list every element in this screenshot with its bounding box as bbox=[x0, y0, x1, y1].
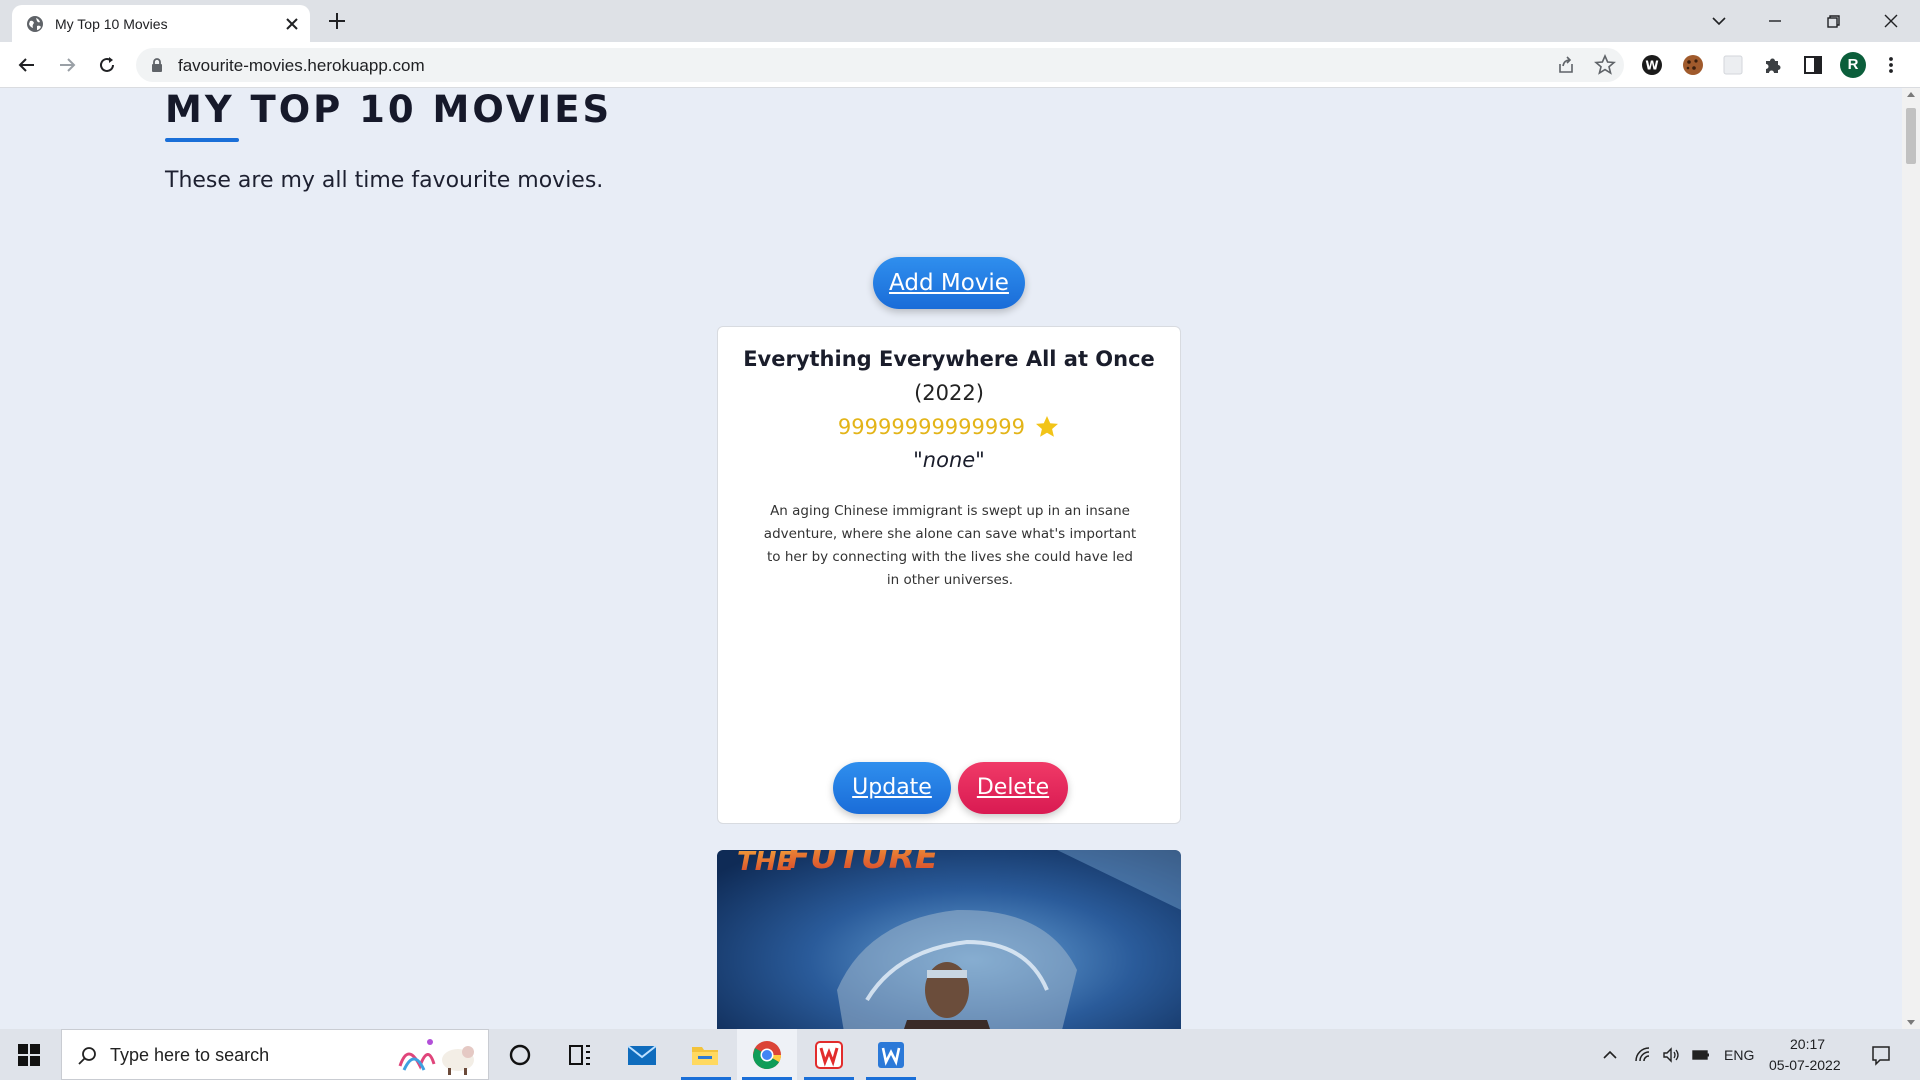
page-title: MY TOP 10 MOVIES bbox=[165, 88, 613, 131]
movie-description: An aging Chinese immigrant is swept up i… bbox=[763, 503, 1137, 588]
forward-arrow-icon[interactable] bbox=[55, 53, 79, 77]
back-arrow-icon[interactable] bbox=[15, 53, 39, 77]
update-button[interactable]: Update bbox=[833, 762, 951, 814]
windows-start-icon[interactable] bbox=[18, 1044, 40, 1066]
intro-text: These are my all time favourite movies. bbox=[165, 168, 604, 193]
file-explorer-icon[interactable] bbox=[689, 1039, 721, 1071]
add-movie-button[interactable]: Add Movie bbox=[873, 257, 1025, 309]
address-bar[interactable]: favourite-movies.herokuapp.com bbox=[136, 48, 1624, 82]
wps-office-icon[interactable] bbox=[813, 1039, 845, 1071]
notification-icon[interactable] bbox=[1870, 1044, 1892, 1066]
search-highlight-illustration-icon bbox=[398, 1039, 474, 1075]
close-window-icon[interactable] bbox=[1878, 8, 1904, 34]
blank-extension-icon[interactable] bbox=[1721, 53, 1745, 77]
movie-rating-row: 99999999999999 bbox=[718, 414, 1180, 440]
clock-date[interactable]: 05-07-2022 bbox=[1769, 1057, 1841, 1073]
scroll-thumb[interactable] bbox=[1906, 108, 1916, 164]
cookie-extension-icon[interactable] bbox=[1681, 53, 1705, 77]
tab-search-chevron-icon[interactable] bbox=[1706, 8, 1732, 34]
movie-card: Everything Everywhere All at Once (2022)… bbox=[717, 326, 1181, 824]
search-placeholder: Type here to search bbox=[110, 1045, 270, 1065]
more-menu-icon[interactable] bbox=[1884, 53, 1898, 77]
minimize-icon[interactable] bbox=[1762, 8, 1788, 34]
delete-button[interactable]: Delete bbox=[958, 762, 1068, 814]
movie-review: "none" bbox=[913, 448, 985, 472]
movie-year: (2022) bbox=[914, 381, 984, 405]
close-tab-icon[interactable] bbox=[282, 14, 302, 34]
tab-title: My Top 10 Movies bbox=[55, 16, 168, 32]
browser-toolbar: favourite-movies.herokuapp.com W R bbox=[0, 42, 1920, 88]
word-icon[interactable] bbox=[875, 1039, 907, 1071]
bookmark-star-icon[interactable] bbox=[1594, 54, 1616, 76]
search-icon bbox=[78, 1047, 96, 1065]
reload-icon[interactable] bbox=[95, 53, 119, 77]
lock-icon[interactable] bbox=[150, 57, 164, 73]
movie-rating: 99999999999999 bbox=[837, 415, 1025, 439]
network-icon[interactable] bbox=[1633, 1045, 1653, 1065]
svg-text:W: W bbox=[1645, 59, 1658, 73]
share-icon[interactable] bbox=[1556, 55, 1576, 75]
puzzle-extensions-icon[interactable] bbox=[1761, 53, 1785, 77]
movie-card-poster[interactable]: THE FUTURE bbox=[717, 850, 1181, 1029]
browser-tab[interactable]: My Top 10 Movies bbox=[12, 5, 310, 42]
rating-star-icon bbox=[1036, 416, 1059, 437]
scroll-up-arrow[interactable] bbox=[1907, 92, 1915, 97]
globe-icon bbox=[27, 16, 43, 32]
battery-icon[interactable] bbox=[1691, 1045, 1711, 1065]
mail-icon[interactable] bbox=[626, 1039, 658, 1071]
movie-poster-image: THE FUTURE bbox=[717, 850, 1181, 1029]
new-tab-icon[interactable] bbox=[326, 10, 348, 32]
extension-w-icon[interactable]: W bbox=[1640, 53, 1664, 77]
svg-text:FUTURE: FUTURE bbox=[787, 850, 938, 877]
browser-tab-bar: My Top 10 Movies bbox=[0, 0, 1920, 42]
restore-icon[interactable] bbox=[1820, 8, 1846, 34]
task-view-icon[interactable] bbox=[564, 1039, 596, 1071]
input-language[interactable]: ENG bbox=[1724, 1047, 1754, 1063]
chrome-icon[interactable] bbox=[751, 1039, 783, 1071]
title-underline bbox=[165, 138, 239, 142]
taskbar-search-box[interactable]: Type here to search bbox=[61, 1029, 489, 1080]
scroll-down-arrow[interactable] bbox=[1907, 1020, 1915, 1025]
page-scrollbar[interactable] bbox=[1902, 88, 1920, 1029]
url-text[interactable]: favourite-movies.herokuapp.com bbox=[178, 56, 425, 76]
volume-icon[interactable] bbox=[1661, 1045, 1681, 1065]
side-panel-icon[interactable] bbox=[1801, 53, 1825, 77]
movie-title: Everything Everywhere All at Once bbox=[743, 347, 1155, 371]
cortana-icon[interactable] bbox=[504, 1039, 536, 1071]
page-viewport: MY TOP 10 MOVIES These are my all time f… bbox=[0, 88, 1902, 1029]
clock-time[interactable]: 20:17 bbox=[1790, 1036, 1825, 1052]
show-hidden-icons-chevron-icon[interactable] bbox=[1600, 1045, 1620, 1065]
profile-avatar[interactable]: R bbox=[1840, 52, 1866, 78]
svg-text:THE: THE bbox=[737, 850, 794, 877]
windows-taskbar: Type here to search ENG 20:17 05-07-2022 bbox=[0, 1029, 1920, 1080]
